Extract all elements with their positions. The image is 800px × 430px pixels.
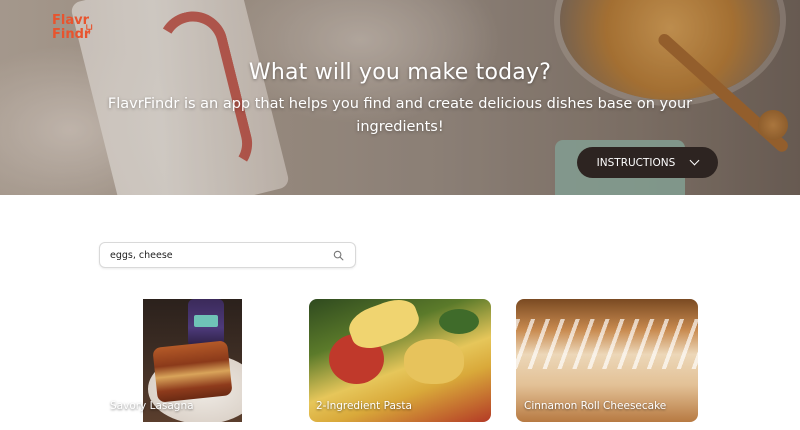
page-title: What will you make today? <box>248 60 552 85</box>
logo-line-2: Findr <box>52 27 91 42</box>
recipe-card-title: Cinnamon Roll Cheesecake <box>524 400 667 412</box>
recipe-image-jar <box>188 299 224 347</box>
instructions-button[interactable]: INSTRUCTIONS <box>577 147 718 178</box>
recipe-card[interactable]: Cinnamon Roll Cheesecake <box>516 299 698 422</box>
fork-icon: ⑂ <box>85 22 94 38</box>
recipe-card[interactable]: 2-Ingredient Pasta <box>309 299 491 422</box>
chevron-down-icon <box>689 155 700 166</box>
recipe-card[interactable]: Savory Lasagna <box>110 299 242 422</box>
recipe-image-leaf <box>439 309 479 334</box>
recipe-card-title: 2-Ingredient Pasta <box>316 400 412 412</box>
page-subtitle: FlavrFindr is an app that helps you find… <box>107 96 693 135</box>
app-logo[interactable]: Flavr Findr ⑂ <box>52 14 112 46</box>
recipe-image-pasta <box>404 339 464 384</box>
recipe-card-title: Savory Lasagna <box>110 400 194 412</box>
recipe-image-lasagna <box>152 340 233 403</box>
search-icon[interactable] <box>333 250 344 261</box>
search-input[interactable] <box>110 247 325 264</box>
logo-line-1: Flavr <box>52 13 89 28</box>
instructions-button-label: INSTRUCTIONS <box>596 156 676 169</box>
ingredient-search[interactable] <box>99 242 356 268</box>
hero-banner: Flavr Findr ⑂ What will you make today? … <box>0 0 800 195</box>
recipe-image-icing <box>516 319 698 369</box>
